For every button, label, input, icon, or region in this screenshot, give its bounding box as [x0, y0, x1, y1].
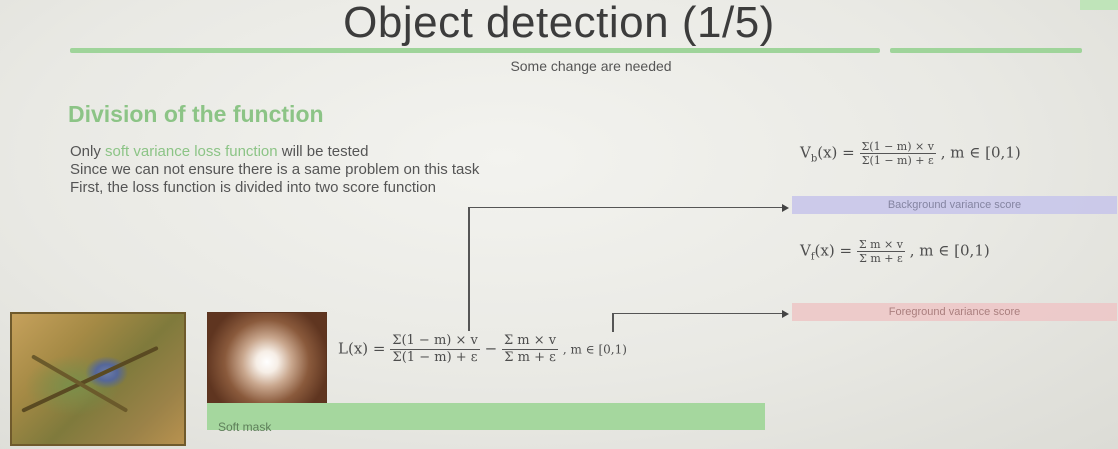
- corner-accent: [1080, 0, 1118, 10]
- loss-term1-denominator: Σ(1 − m) + ε: [392, 350, 478, 365]
- paragraph-line-3: First, the loss function is divided into…: [70, 179, 437, 196]
- bg-numerator: Σ(1 − m) × v: [859, 140, 936, 154]
- connector-vertical-foreground: [612, 314, 614, 332]
- loss-term1: Σ(1 − m) × v Σ(1 − m) + ε: [390, 333, 480, 366]
- slide-subtitle: Some change are needed: [510, 58, 672, 74]
- soft-mask-caption: Soft mask: [218, 420, 272, 434]
- bird-photo: [10, 312, 186, 446]
- highlighted-phrase: soft variance loss function: [105, 143, 278, 160]
- bg-arg: (x) =: [817, 143, 855, 162]
- loss-term1-numerator: Σ(1 − m) × v: [390, 333, 480, 350]
- arrowhead-foreground: [782, 310, 789, 318]
- loss-term2-numerator: Σ m × v: [501, 333, 559, 350]
- background-variance-formula: Vb(x) = Σ(1 − m) × v Σ(1 − m) + ε , m ∈ …: [800, 140, 1021, 167]
- fg-domain: , m ∈ [0,1): [909, 241, 990, 260]
- loss-term2-denominator: Σ m + ε: [504, 350, 556, 365]
- loss-domain: , m ∈ [0,1): [562, 342, 627, 357]
- foreground-variance-label: Foreground variance score: [792, 303, 1117, 321]
- loss-lhs: L(x) =: [338, 339, 386, 358]
- title-underline-right: [890, 48, 1082, 53]
- paragraph-line-1: Only soft variance loss function will be…: [70, 143, 369, 161]
- paragraph-line-2: Since we can not ensure there is a same …: [70, 161, 480, 178]
- fg-fraction: Σ m × v Σ m + ε: [856, 238, 905, 265]
- line1-before: Only: [70, 143, 106, 160]
- background-variance-label: Background variance score: [792, 196, 1117, 214]
- fg-denominator: Σ m + ε: [859, 252, 903, 265]
- slide-title: Object detection (1/5): [343, 0, 775, 47]
- foreground-variance-formula: Vf(x) = Σ m × v Σ m + ε , m ∈ [0,1): [800, 238, 990, 265]
- bg-lhs: V: [800, 143, 811, 162]
- loss-minus: −: [484, 339, 498, 358]
- soft-mask-caption-bar: [207, 403, 765, 430]
- bg-fraction: Σ(1 − m) × v Σ(1 − m) + ε: [859, 140, 936, 167]
- fg-numerator: Σ m × v: [856, 238, 905, 252]
- connector-horizontal-background: [468, 207, 783, 208]
- bg-domain: , m ∈ [0,1): [940, 143, 1021, 162]
- bg-denominator: Σ(1 − m) + ε: [861, 154, 934, 167]
- loss-formula: L(x) = Σ(1 − m) × v Σ(1 − m) + ε − Σ m ×…: [338, 333, 627, 366]
- fg-arg: (x) =: [814, 241, 853, 260]
- fg-lhs: V: [800, 241, 811, 260]
- connector-horizontal-foreground: [612, 313, 783, 314]
- section-heading: Division of the function: [68, 101, 324, 127]
- title-underline-left: [70, 48, 880, 53]
- soft-mask-image: [207, 312, 327, 408]
- connector-vertical-background: [468, 208, 470, 331]
- line1-after: will be tested: [277, 143, 369, 160]
- arrowhead-background: [782, 204, 789, 212]
- loss-term2: Σ m × v Σ m + ε: [501, 333, 559, 366]
